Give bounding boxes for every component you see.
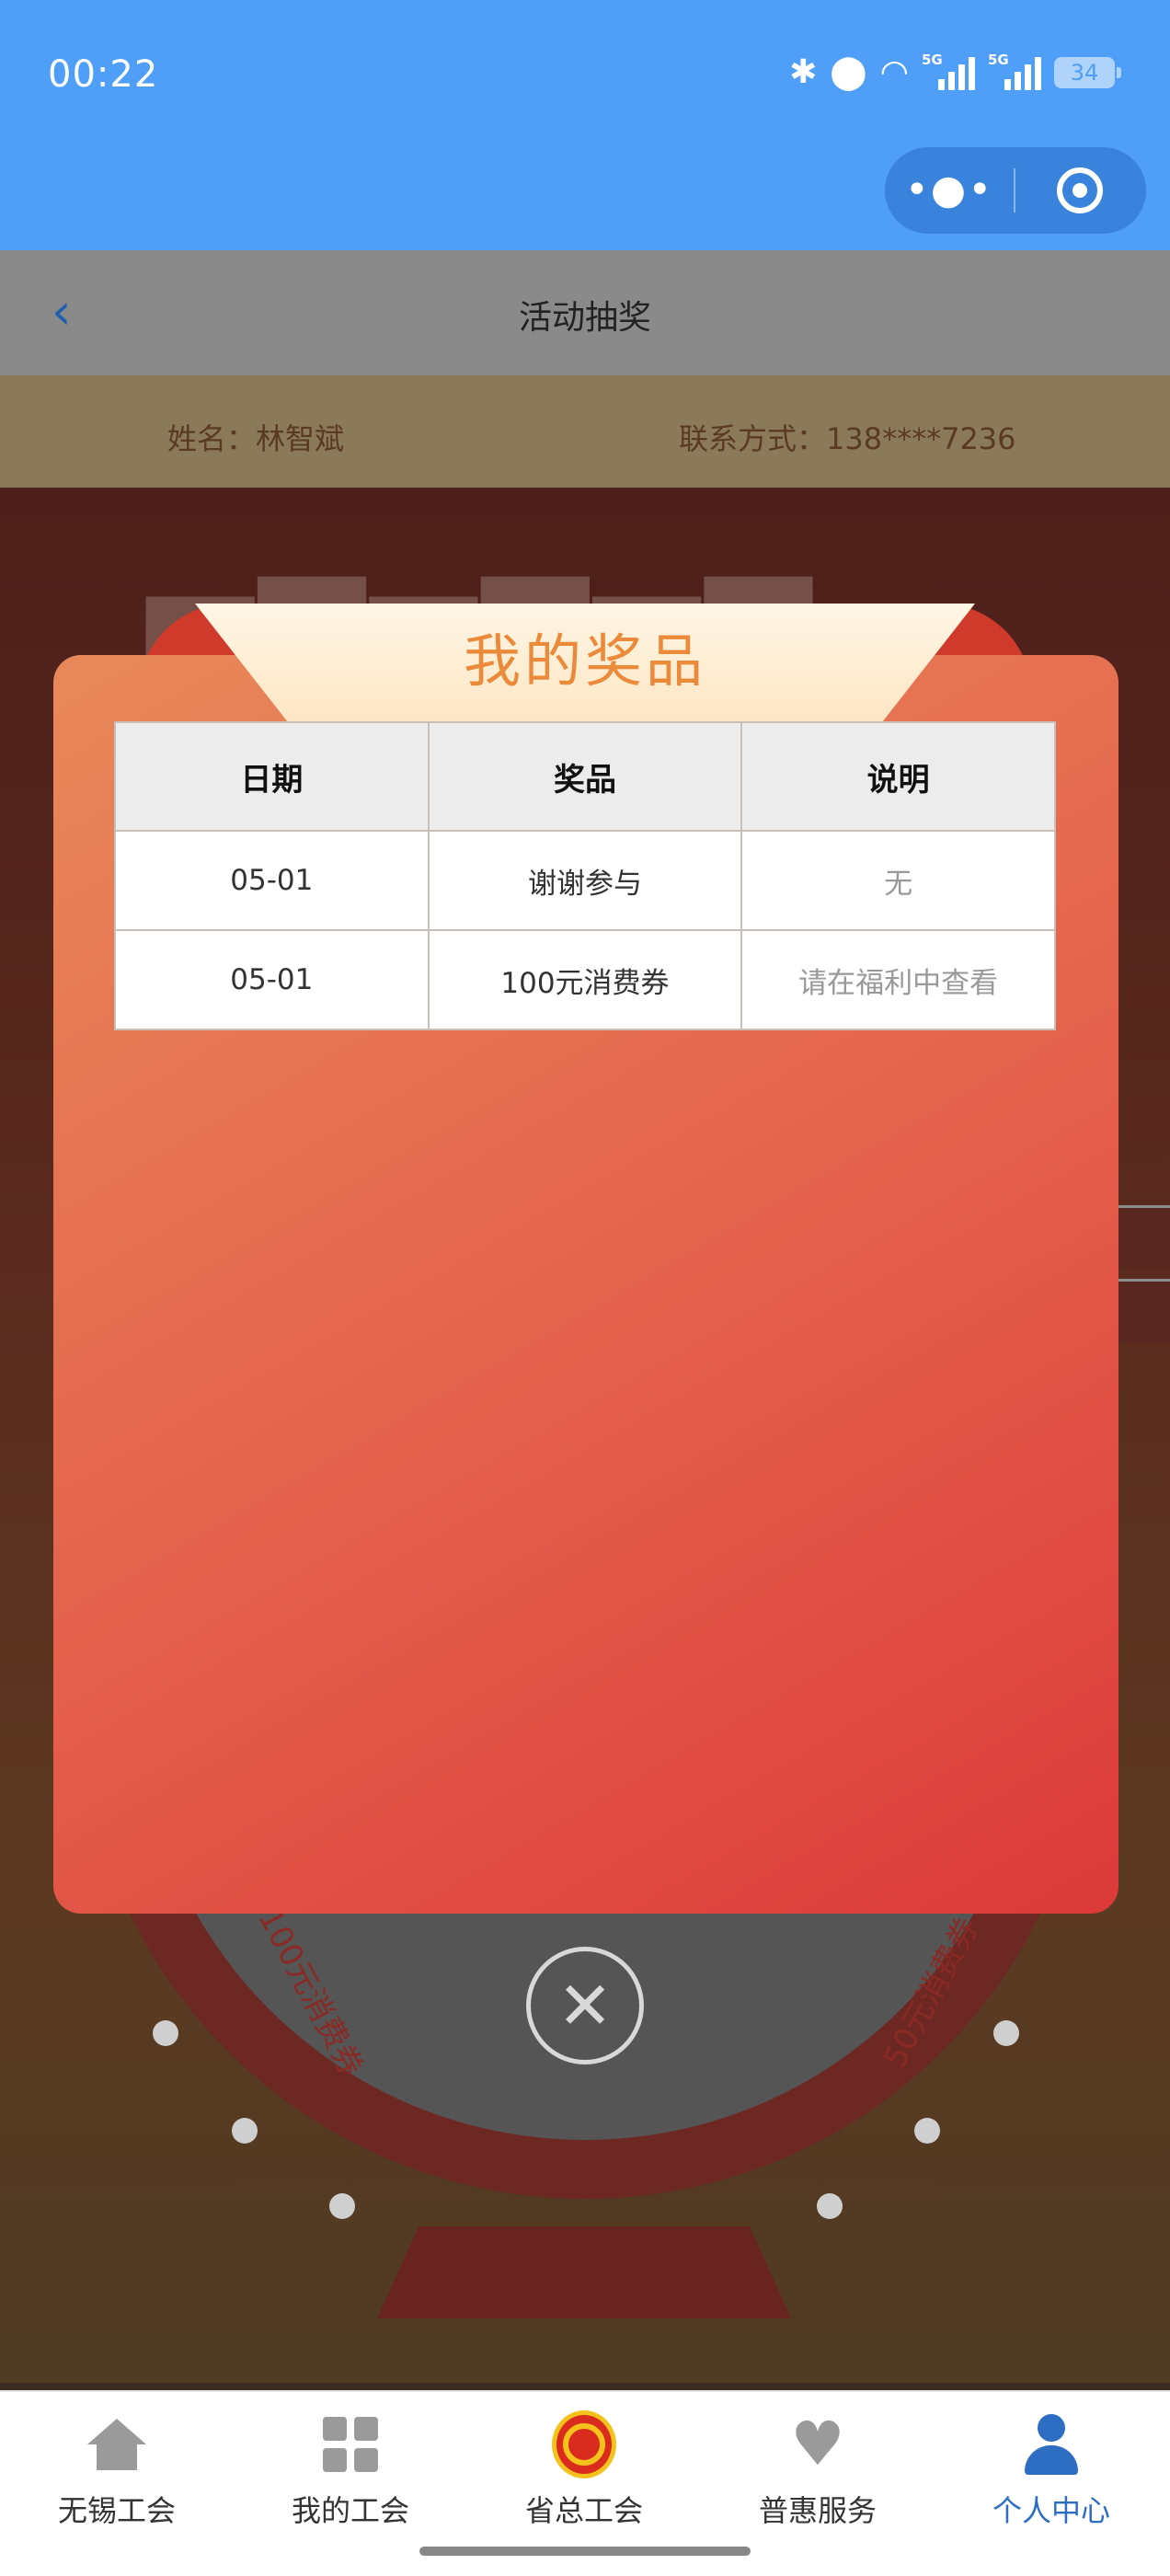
tab-label: 普惠服务 — [758, 2493, 877, 2528]
table-row: 05-01 谢谢参与 无 — [114, 830, 1056, 931]
side-decoration — [1115, 1205, 1170, 1270]
more-dots-icon[interactable]: •●• — [885, 170, 1014, 211]
side-decoration — [1115, 1279, 1170, 1343]
union-logo-icon — [552, 2410, 616, 2478]
target-icon[interactable] — [1015, 167, 1144, 213]
tab-provincial-union[interactable]: 省总工会 — [467, 2410, 701, 2530]
wheel-light — [232, 2118, 258, 2144]
cell-date: 05-01 — [114, 929, 430, 1030]
navigation-bar: ‹ 活动抽奖 — [0, 250, 1170, 375]
wheel-light — [153, 2020, 178, 2046]
status-icons: ✱ ⬤ ◠ 5G 5G 34 — [789, 52, 1121, 91]
cell-prize: 100元消费券 — [427, 929, 743, 1030]
home-indicator[interactable] — [419, 2547, 751, 2556]
wifi-icon: ◠ — [879, 53, 909, 91]
user-name: 姓名：林智斌 — [167, 421, 345, 456]
mini-program-capsule: •●• — [885, 147, 1146, 234]
tab-benefit-service[interactable]: ♥ 普惠服务 — [701, 2412, 935, 2530]
cell-note[interactable]: 请在福利中查看 — [740, 929, 1056, 1030]
page-title: 活动抽奖 — [518, 299, 651, 337]
signal-icon: 5G — [922, 52, 975, 90]
tab-label: 个人中心 — [992, 2493, 1110, 2528]
prize-table: 日期 奖品 说明 05-01 谢谢参与 无 05-01 100元消费券 请在福利… — [114, 721, 1056, 1030]
wheel-light — [914, 2118, 940, 2144]
tab-label: 我的工会 — [291, 2493, 409, 2528]
status-time: 00:22 — [48, 53, 159, 96]
modal-title: 我的奖品 — [463, 627, 706, 695]
column-header-date: 日期 — [114, 721, 430, 832]
tab-label: 无锡工会 — [57, 2493, 176, 2528]
battery-icon: 34 — [1054, 56, 1121, 88]
tab-personal-center[interactable]: 个人中心 — [935, 2412, 1168, 2530]
wheel-stand — [377, 2226, 791, 2318]
table-row: 05-01 100元消费券 请在福利中查看 — [114, 929, 1056, 1030]
home-icon — [85, 2412, 149, 2477]
wheel-light — [329, 2193, 355, 2219]
column-header-note: 说明 — [740, 721, 1056, 832]
cell-prize: 谢谢参与 — [427, 830, 743, 931]
close-modal-button[interactable]: ✕ — [526, 1947, 644, 2064]
tab-wuxi-union[interactable]: 无锡工会 — [0, 2412, 234, 2530]
close-circle-icon: ✕ — [556, 1967, 614, 2044]
wheel-light — [993, 2020, 1019, 2046]
grid-icon — [318, 2412, 383, 2477]
tab-my-union[interactable]: 我的工会 — [234, 2412, 467, 2530]
signal-icon: 5G — [988, 52, 1041, 90]
table-header-row: 日期 奖品 说明 — [114, 721, 1056, 832]
user-icon — [1019, 2412, 1084, 2477]
cell-date: 05-01 — [114, 830, 430, 931]
user-info-row: 姓名：林智斌 联系方式：138****7236 — [0, 375, 1170, 488]
heart-icon: ♥ — [790, 2409, 845, 2479]
column-header-prize: 奖品 — [427, 721, 743, 832]
user-phone: 联系方式：138****7236 — [679, 421, 1016, 456]
bluetooth-icon: ✱ — [789, 53, 818, 91]
location-icon: ⬤ — [830, 53, 867, 91]
wheel-light — [817, 2193, 843, 2219]
tab-label: 省总工会 — [524, 2493, 643, 2528]
cell-note: 无 — [740, 830, 1056, 931]
status-bar: 00:22 ✱ ⬤ ◠ 5G 5G 34 •●• — [0, 0, 1170, 250]
